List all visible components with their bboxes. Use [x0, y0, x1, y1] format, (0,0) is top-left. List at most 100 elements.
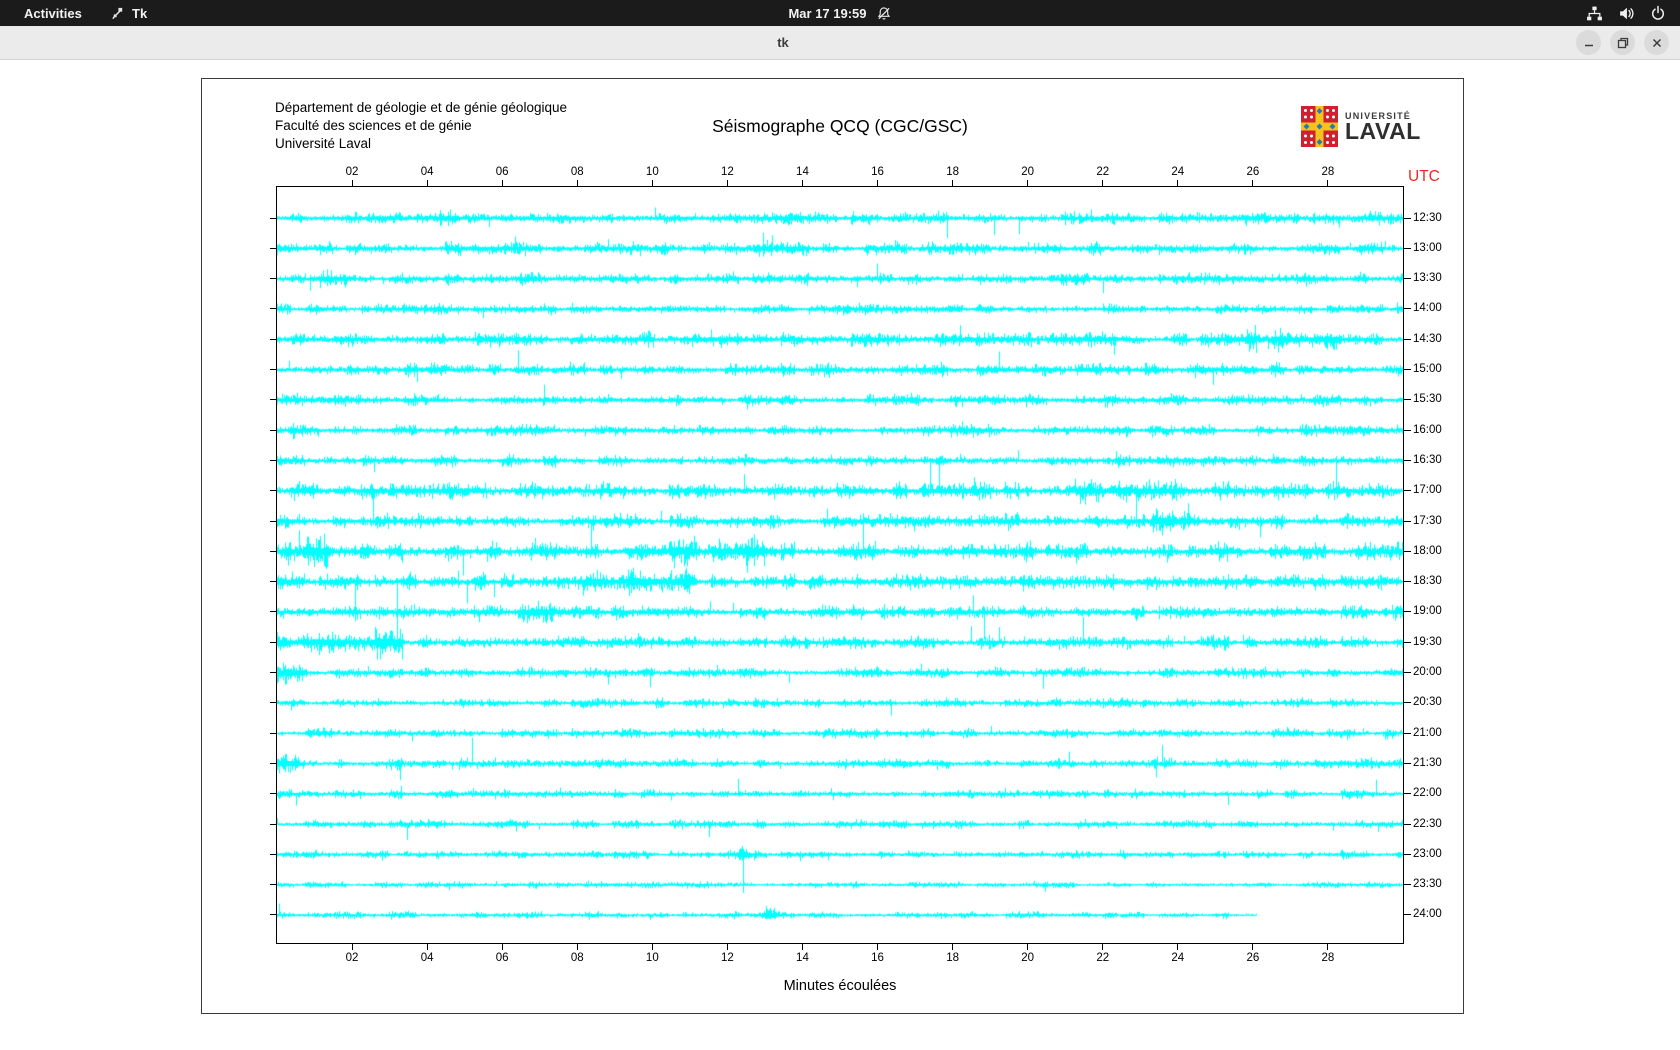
x-axis-label-bottom: 06 — [495, 952, 509, 964]
utc-time-label: 21:00 — [1413, 726, 1442, 739]
y-axis-tick-right — [1403, 520, 1411, 522]
x-axis-label-top: 04 — [420, 166, 434, 178]
system-status-area[interactable] — [1586, 0, 1666, 26]
y-axis-tick-right — [1403, 611, 1411, 613]
x-axis-label-top: 06 — [495, 166, 509, 178]
x-axis-label-bottom: 20 — [1021, 952, 1035, 964]
y-axis-tick-left — [270, 217, 277, 219]
app-menu-tk[interactable]: Tk — [104, 0, 153, 26]
y-axis-tick-right — [1403, 247, 1411, 249]
utc-time-label: 19:00 — [1413, 605, 1442, 618]
y-axis-tick-right — [1403, 338, 1411, 340]
x-axis-tick-top — [501, 180, 503, 187]
x-axis-label-top: 20 — [1021, 166, 1035, 178]
utc-time-label: 22:30 — [1413, 817, 1442, 830]
seismogram-plot-area: UTC 02 02 04 04 06 06 08 08 10 10 12 12 14 14 16 16 18 18… — [270, 166, 1442, 964]
utc-time-label: 20:00 — [1413, 666, 1442, 678]
notifications-muted-icon — [877, 6, 892, 21]
volume-icon — [1618, 5, 1635, 22]
activities-button[interactable]: Activities — [18, 0, 88, 26]
y-axis-tick-right — [1403, 278, 1411, 280]
x-axis-label-bottom: 08 — [570, 952, 584, 964]
app-menu-label: Tk — [132, 5, 148, 21]
gnome-top-bar: Activities Tk Mar 17 19:59 — [0, 0, 1680, 26]
x-axis-label-bottom: 10 — [645, 952, 659, 964]
tk-icon — [110, 6, 125, 21]
y-axis-tick-left — [270, 520, 277, 522]
y-axis-tick-left — [270, 762, 277, 764]
x-axis-tick-top — [1327, 180, 1329, 187]
x-axis-label-bottom: 26 — [1246, 952, 1260, 964]
utc-label: UTC — [1408, 168, 1440, 185]
x-axis-tick-top — [576, 180, 578, 187]
y-axis-tick-right — [1403, 732, 1411, 734]
utc-time-label: 18:30 — [1413, 575, 1442, 588]
utc-time-label: 20:30 — [1413, 696, 1442, 709]
y-axis-tick-left — [270, 399, 277, 401]
x-axis-tick-top — [801, 180, 803, 187]
y-axis-tick-left — [270, 369, 277, 370]
seismogram-canvas — [277, 187, 1403, 943]
y-axis-tick-left — [270, 581, 277, 583]
x-axis-tick-top — [1252, 180, 1254, 187]
utc-time-label: 23:00 — [1413, 847, 1442, 860]
utc-time-label: 19:30 — [1413, 635, 1442, 648]
close-button[interactable] — [1644, 30, 1669, 55]
x-axis-label-bottom: 04 — [420, 952, 434, 964]
x-axis-label-top: 22 — [1096, 166, 1110, 178]
utc-time-label: 17:00 — [1413, 484, 1442, 497]
utc-time-label: 23:30 — [1413, 878, 1442, 891]
y-axis-tick-left — [270, 793, 277, 795]
x-axis-label-top: 14 — [796, 166, 809, 178]
x-axis-label-top: 26 — [1246, 166, 1260, 178]
utc-time-label: 14:30 — [1413, 332, 1442, 345]
x-axis-tick-bottom — [501, 943, 503, 950]
activities-label: Activities — [24, 5, 82, 21]
clock-menu[interactable]: Mar 17 19:59 — [788, 0, 891, 26]
chart-title: Séismographe QCQ (CGC/GSC) — [712, 116, 968, 136]
x-axis-label-top: 02 — [345, 166, 359, 178]
y-axis-tick-left — [270, 732, 277, 734]
y-axis-tick-right — [1403, 459, 1411, 461]
y-axis-tick-left — [270, 278, 277, 280]
x-axis-label-bottom: 14 — [796, 952, 809, 964]
x-axis-label-bottom: 22 — [1096, 952, 1110, 964]
utc-time-label: 16:00 — [1413, 423, 1442, 436]
x-axis-tick-top — [1177, 180, 1179, 187]
x-axis-tick-bottom — [1177, 943, 1179, 950]
utc-time-label: 22:00 — [1413, 787, 1442, 800]
utc-time-label: 13:30 — [1413, 272, 1442, 285]
utc-time-label: 24:00 — [1413, 908, 1442, 921]
x-axis-label-bottom: 16 — [871, 952, 884, 964]
utc-time-label: 18:00 — [1413, 544, 1442, 557]
x-axis-label-bottom: 12 — [720, 952, 734, 964]
y-axis-tick-left — [270, 550, 277, 552]
y-axis-tick-left — [270, 884, 277, 886]
y-axis-tick-right — [1403, 490, 1411, 492]
x-axis-label-top: 28 — [1321, 166, 1335, 178]
window-controls — [1576, 30, 1669, 55]
y-axis-tick-right — [1403, 308, 1411, 310]
x-axis-tick-bottom — [1327, 943, 1329, 950]
y-axis-tick-right — [1403, 702, 1411, 704]
y-axis-tick-left — [270, 308, 277, 310]
y-axis-tick-right — [1403, 369, 1411, 370]
window-titlebar[interactable]: tk — [0, 26, 1680, 60]
x-axis-label-top: 08 — [570, 166, 584, 178]
utc-time-label: 14:00 — [1413, 302, 1442, 315]
x-axis-tick-top — [952, 180, 954, 187]
y-axis-tick-left — [270, 611, 277, 613]
utc-time-label: 13:00 — [1413, 241, 1442, 254]
clock-label: Mar 17 19:59 — [788, 5, 867, 21]
y-axis-tick-left — [270, 672, 277, 673]
maximize-button[interactable] — [1610, 30, 1635, 55]
x-axis-tick-top — [877, 180, 879, 187]
utc-time-label: 16:30 — [1413, 453, 1442, 466]
x-axis-tick-top — [426, 180, 428, 187]
x-axis-tick-top — [726, 180, 728, 187]
x-axis-tick-bottom — [726, 943, 728, 950]
x-axis-title: Minutes écoulées — [783, 978, 897, 994]
y-axis-tick-right — [1403, 762, 1411, 764]
minimize-button[interactable] — [1576, 30, 1601, 55]
y-axis-tick-left — [270, 247, 277, 249]
